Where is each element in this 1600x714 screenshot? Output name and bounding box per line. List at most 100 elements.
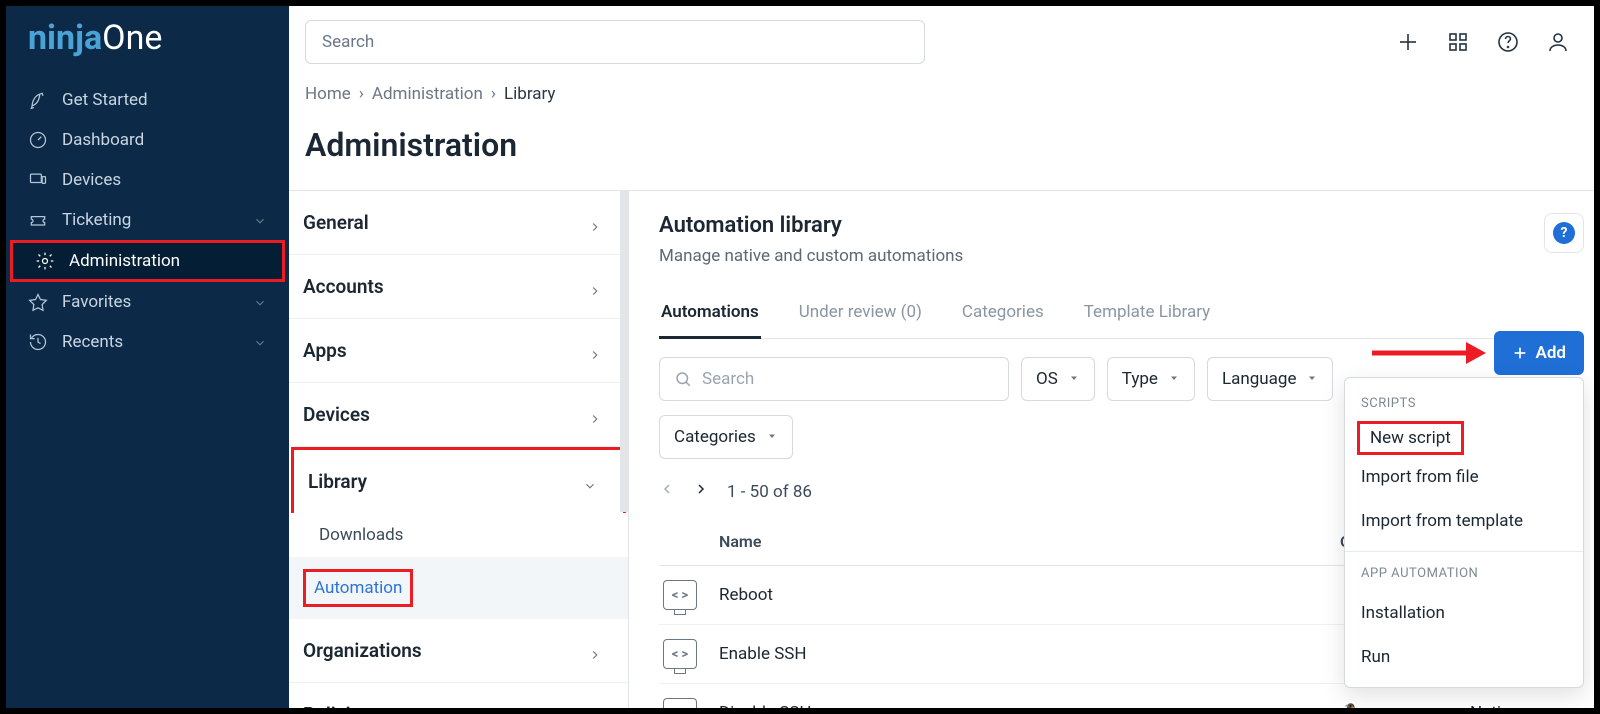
panel-title: Automation library: [659, 213, 1584, 238]
popover-item-installation[interactable]: Installation: [1345, 591, 1583, 635]
popover-item-new-script-wrap: New script: [1345, 421, 1583, 455]
sidebar-item-favorites[interactable]: Favorites: [6, 282, 289, 322]
chevron-right-icon: [588, 708, 602, 709]
subnav-general[interactable]: General: [289, 191, 628, 255]
search-placeholder: Search: [322, 32, 374, 52]
chevron-right-icon: [588, 344, 602, 358]
sidebar-item-recents[interactable]: Recents: [6, 322, 289, 362]
devices-icon: [28, 170, 48, 190]
chevron-right-icon: [588, 408, 602, 422]
subnav-accounts[interactable]: Accounts: [289, 255, 628, 319]
sidebar-label: Dashboard: [62, 130, 144, 150]
subnav-label: General: [303, 211, 369, 234]
script-icon: < >: [663, 698, 697, 708]
subnav-label: Policies: [303, 703, 371, 708]
caret-down-icon: [1306, 369, 1318, 389]
global-search-input[interactable]: Search: [305, 20, 925, 64]
sidebar-item-administration[interactable]: Administration: [10, 240, 285, 282]
sidebar-label: Favorites: [62, 292, 131, 312]
subnav-apps[interactable]: Apps: [289, 319, 628, 383]
sidebar-label: Recents: [62, 332, 123, 352]
subnav-label: Devices: [303, 403, 370, 426]
subnav-devices[interactable]: Devices: [289, 383, 628, 447]
caret-down-icon: [766, 427, 778, 447]
plus-icon: [1512, 345, 1528, 361]
tab-categories[interactable]: Categories: [960, 292, 1046, 338]
subnav-organizations[interactable]: Organizations: [289, 619, 628, 683]
sidebar-item-ticketing[interactable]: Ticketing: [6, 200, 289, 240]
popover-item-import-file[interactable]: Import from file: [1345, 455, 1583, 499]
filter-categories[interactable]: Categories: [659, 415, 793, 459]
subnav-library-downloads[interactable]: Downloads: [289, 513, 628, 557]
subnav-label: Automation: [306, 572, 410, 604]
help-icon[interactable]: [1496, 30, 1520, 54]
th-name: Name: [719, 532, 1340, 551]
subnav-label: Apps: [303, 339, 347, 362]
subnav-policies[interactable]: Policies: [289, 683, 628, 708]
breadcrumb: Home › Administration › Library: [289, 78, 1594, 104]
row-os: 🐧: [1340, 703, 1470, 709]
chevron-down-icon: [583, 475, 597, 489]
caret-down-icon: [1168, 369, 1180, 389]
script-icon: < >: [663, 639, 697, 669]
popover-item-new-script[interactable]: New script: [1370, 428, 1451, 448]
history-icon: [28, 332, 48, 352]
gear-icon: [35, 251, 55, 271]
chevron-down-icon: [253, 295, 267, 309]
rocket-icon: [28, 90, 48, 110]
subnav-label: Accounts: [303, 275, 384, 298]
add-popover: SCRIPTS New script Import from file Impo…: [1344, 377, 1584, 688]
filter-os[interactable]: OS: [1021, 357, 1095, 401]
tab-template-library[interactable]: Template Library: [1082, 292, 1212, 338]
add-button-label: Add: [1536, 343, 1567, 363]
chevron-right-icon: [588, 280, 602, 294]
subnav-label: Downloads: [319, 525, 403, 545]
search-icon: [674, 370, 692, 388]
subnav-library[interactable]: Library: [291, 447, 626, 513]
tab-automations[interactable]: Automations: [659, 292, 761, 338]
sidebar-label: Ticketing: [62, 210, 131, 230]
row-type: Native: [1470, 703, 1580, 708]
breadcrumb-administration[interactable]: Administration: [372, 84, 483, 104]
chevron-right-icon: [588, 644, 602, 658]
subnav-library-automation[interactable]: Automation: [289, 557, 628, 619]
top-icons: [1396, 30, 1570, 54]
pager-next[interactable]: [693, 481, 709, 502]
app-root: ninjaOne Get Started Dashboard Devices T: [6, 6, 1594, 708]
star-icon: [28, 292, 48, 312]
subnav-label: Organizations: [303, 639, 422, 662]
subnav: General Accounts Apps Devices Library: [289, 191, 629, 708]
logo-part-one: One: [102, 18, 162, 58]
script-icon: < >: [663, 580, 697, 610]
plus-icon[interactable]: [1396, 30, 1420, 54]
chevron-right-icon: [588, 216, 602, 230]
row-name: Disable SSH: [719, 703, 1340, 708]
sidebar-item-devices[interactable]: Devices: [6, 160, 289, 200]
chevron-down-icon: [253, 335, 267, 349]
logo: ninjaOne: [6, 14, 289, 80]
user-icon[interactable]: [1546, 30, 1570, 54]
filter-language[interactable]: Language: [1207, 357, 1334, 401]
add-button[interactable]: Add: [1494, 331, 1585, 375]
popover-item-import-template[interactable]: Import from template: [1345, 499, 1583, 543]
filter-search-input[interactable]: Search: [659, 357, 1009, 401]
sidebar-item-get-started[interactable]: Get Started: [6, 80, 289, 120]
ticket-icon: [28, 210, 48, 230]
pager-prev[interactable]: [659, 481, 675, 502]
panel-subtitle: Manage native and custom automations: [659, 246, 1584, 266]
breadcrumb-home[interactable]: Home: [305, 84, 351, 104]
popover-section-scripts: SCRIPTS: [1345, 390, 1583, 421]
logo-part-ninja: ninja: [28, 18, 102, 58]
filter-search-placeholder: Search: [702, 369, 754, 389]
help-button[interactable]: ?: [1544, 213, 1584, 253]
scrollbar[interactable]: [620, 191, 628, 512]
tab-under-review[interactable]: Under review (0): [797, 292, 924, 338]
row-name: Reboot: [719, 585, 1340, 605]
filter-type[interactable]: Type: [1107, 357, 1195, 401]
apps-icon[interactable]: [1446, 30, 1470, 54]
popover-item-run[interactable]: Run: [1345, 635, 1583, 679]
subnav-label: Library: [308, 470, 367, 493]
main: Search Home › Administratio: [289, 6, 1594, 708]
sidebar-item-dashboard[interactable]: Dashboard: [6, 120, 289, 160]
sidebar-label: Get Started: [62, 90, 148, 110]
